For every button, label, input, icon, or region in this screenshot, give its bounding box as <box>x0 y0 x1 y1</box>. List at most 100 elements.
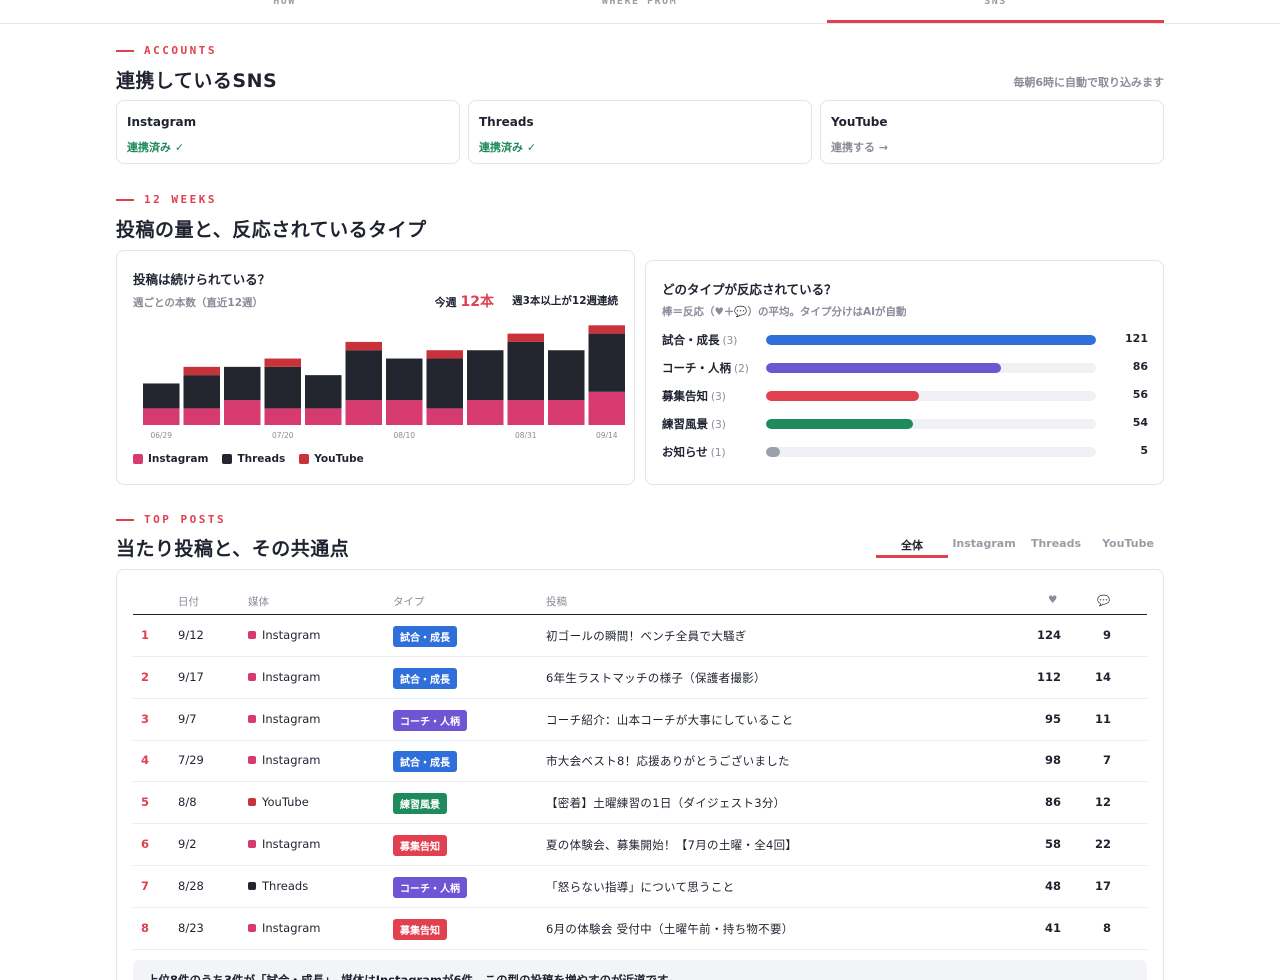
media-name: Threads <box>262 878 309 893</box>
table-row[interactable]: 3 9/7 Instagram コーチ・人柄 コーチ紹介：山本コーチが大事にしていること… <box>133 699 1147 741</box>
post-date: 8/8 <box>178 795 197 810</box>
post-date: 9/2 <box>178 837 197 851</box>
bar-instagram-09/07 <box>548 400 585 425</box>
type-value: 86 <box>1132 360 1148 373</box>
table-row[interactable]: 1 9/12 Instagram 試合・成長 初ゴールの瞬間！ベンチ全員で大騒ぎ 124 9 <box>133 615 1147 657</box>
type-label: 試合・成長 (3) <box>662 332 737 348</box>
type-label: お知らせ (1) <box>662 444 726 460</box>
col-post: 投稿 <box>546 596 567 608</box>
type-row: 試合・成長 (3) 121 <box>662 332 1148 348</box>
post-rank: 6 <box>141 837 150 851</box>
table-row[interactable]: 4 7/29 Instagram 試合・成長 市大会ベスト8！応援ありがとうございました… <box>133 740 1147 783</box>
account-name: YouTube <box>831 115 888 129</box>
weeks-title: 投稿の量と、反応されているタイプ <box>116 219 427 241</box>
connect-youtube-link[interactable]: 連携する → <box>831 139 888 155</box>
account-status: 連携済み ✓ <box>479 141 537 154</box>
post-media: Instagram <box>248 670 321 684</box>
legend-label: YouTube <box>314 453 364 465</box>
legend-label: Instagram <box>148 453 209 465</box>
post-type-badge: 試合・成長 <box>393 667 457 689</box>
post-title: 「怒らない指導」について思うこと <box>546 879 735 894</box>
type-reaction-subtitle: 棒＝反応（♥＋💬）の平均。タイプ分けはAIが自動 <box>662 306 907 318</box>
media-dot <box>248 756 256 765</box>
bar-instagram-06/29 <box>143 408 180 425</box>
type-name: 試合・成長 <box>662 333 720 347</box>
account-status: 連携済み ✓ <box>127 141 185 154</box>
table-row[interactable]: 2 9/17 Instagram 試合・成長 6年生ラストマッチの様子（保護者撮影） 11… <box>133 657 1147 699</box>
table-row[interactable]: 8 8/23 Instagram 募集告知 6月の体験会 受付中（土曜午前・持ち物不要）… <box>133 908 1147 950</box>
type-bar <box>766 447 780 457</box>
bar-youtube-08/03 <box>345 341 382 351</box>
account-card-threads[interactable]: Threads 連携済み ✓ <box>468 100 812 164</box>
this-week-value: 12本 <box>460 294 494 310</box>
media-dot <box>248 714 256 723</box>
post-likes: 58 <box>1044 837 1061 851</box>
weeks-section-label: 12 WEEKS <box>116 193 217 206</box>
type-post-count: (3) <box>722 335 738 347</box>
type-bar-track <box>766 391 1096 401</box>
media-dot <box>248 881 256 890</box>
bar-instagram-08/10 <box>386 400 423 425</box>
account-card-instagram[interactable]: Instagram 連携済み ✓ <box>116 100 460 164</box>
legend-swatch <box>133 454 143 464</box>
post-date: 8/28 <box>178 878 204 893</box>
top-posts-summary: 上位8件のうち3件が「試合・成長」、媒体はInstagramが6件。この型の投稿… <box>133 960 1147 980</box>
type-post-count: (3) <box>711 419 726 431</box>
post-media: Threads <box>248 879 308 893</box>
this-week-prefix: 今週 <box>434 296 457 309</box>
type-row: 募集告知 (3) 56 <box>662 388 1148 404</box>
type-value: 121 <box>1125 332 1148 345</box>
filter-tab-all[interactable]: 全体 <box>876 534 948 558</box>
streak-text: 週3本以上が12週連続 <box>512 295 618 307</box>
tab-sns[interactable]: SNS <box>827 0 1164 23</box>
legend-swatch <box>222 454 233 464</box>
post-date: 9/12 <box>178 628 204 642</box>
type-name: 募集告知 <box>662 389 708 403</box>
post-comments: 12 <box>1094 795 1111 810</box>
post-comments: 14 <box>1094 669 1111 684</box>
filter-tab-threads[interactable]: Threads <box>1020 534 1092 558</box>
bar-instagram-07/27 <box>305 408 342 425</box>
post-comments: 22 <box>1094 837 1111 851</box>
legend-instagram: Instagram <box>133 453 208 465</box>
bar-instagram-07/20 <box>264 408 301 425</box>
comment-icon: 💬 <box>1097 595 1111 607</box>
post-type-badge: コーチ・人柄 <box>393 709 467 731</box>
post-media: Instagram <box>248 837 321 851</box>
media-name: YouTube <box>262 795 309 810</box>
type-label: コーチ・人柄 (2) <box>662 360 749 376</box>
post-comments: 7 <box>1102 753 1111 768</box>
tab-how[interactable]: HOW <box>116 0 453 18</box>
type-value: 5 <box>1140 444 1148 457</box>
post-rank: 7 <box>141 878 150 893</box>
filter-tab-youtube[interactable]: YouTube <box>1092 534 1164 558</box>
post-likes: 41 <box>1044 920 1061 935</box>
post-type-badge: 募集告知 <box>393 835 447 856</box>
media-name: Instagram <box>262 837 321 851</box>
col-type: タイプ <box>393 596 425 608</box>
post-title: 6年生ラストマッチの様子（保護者撮影） <box>546 670 766 685</box>
bar-youtube-08/31 <box>507 333 544 342</box>
accounts-section-label: ACCOUNTS <box>116 44 217 57</box>
bar-threads-08/03 <box>345 350 382 401</box>
table-header: 日付 媒体 タイプ 投稿 ♥ 💬 <box>133 588 1147 615</box>
bar-threads-07/06 <box>183 375 220 409</box>
table-row[interactable]: 7 8/28 Threads コーチ・人柄 「怒らない指導」について思うこと 48 17 <box>133 866 1147 908</box>
table-row[interactable]: 5 8/8 YouTube 練習風景 【密着】土曜練習の1日（ダイジェスト3分） 86 12 <box>133 782 1147 825</box>
top-posts-table-card: 日付 媒体 タイプ 投稿 ♥ 💬 1 9/12 Instagram 試合・成長 初ゴール… <box>116 569 1164 980</box>
tab-where-from[interactable]: WHERE FROM <box>471 0 808 18</box>
x-tick-label: 08/10 <box>393 431 415 440</box>
type-bar-track <box>766 419 1096 429</box>
type-bar <box>766 363 1001 373</box>
bar-threads-08/17 <box>426 358 463 409</box>
account-name: Threads <box>479 115 534 129</box>
type-bar <box>766 335 1096 345</box>
post-media: YouTube <box>248 795 309 809</box>
filter-tab-instagram[interactable]: Instagram <box>948 534 1020 558</box>
bar-youtube-07/20 <box>264 358 301 367</box>
post-comments: 17 <box>1094 878 1111 893</box>
media-name: Instagram <box>262 753 321 768</box>
account-card-youtube[interactable]: YouTube 連携する → <box>820 100 1164 164</box>
accounts-sync-note: 毎朝6時に自動で取り込みます <box>1013 76 1164 89</box>
table-row[interactable]: 6 9/2 Instagram 募集告知 夏の体験会、募集開始！【7月の土曜・全4回】 5… <box>133 824 1147 866</box>
